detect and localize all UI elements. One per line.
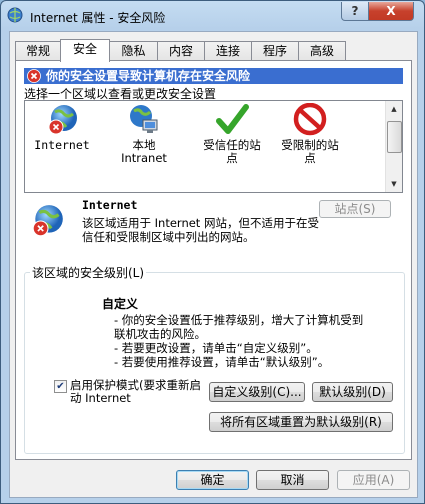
reset-all-zones-button[interactable]: 将所有区域重置为默认级别(R) [209,412,393,432]
custom-level-button[interactable]: 自定义级别(C)... [209,382,305,402]
protected-mode-label: 启用保护模式(要求重新启动 Internet [70,378,201,405]
error-x-icon [27,69,41,83]
selected-zone-description: 该区域适用于 Internet 网站，但不适用于在受信任和受限制区域中列出的网站… [82,216,319,244]
zone-label-local-intranet: 本地 Intranet [121,138,167,165]
scroll-up-arrow-icon[interactable]: ▲ [386,101,402,117]
globe-error-icon [48,105,77,135]
default-level-button[interactable]: 默认级别(D) [312,382,393,402]
protected-mode-checkbox[interactable]: ✔ [54,380,67,393]
help-button[interactable]: ? [341,2,369,21]
scroll-down-arrow-icon[interactable]: ▼ [386,176,402,192]
security-level-group-label: 该区域的安全级别(L) [30,264,147,281]
zone-item-local-intranet[interactable]: 本地 Intranet [108,101,180,189]
title-bar[interactable]: Internet 属性 - 安全风险 ? X [1,1,424,31]
tab-general[interactable]: 常规 [15,41,61,61]
tab-content[interactable]: 内容 [157,41,205,61]
security-level-name: 自定义 [102,297,139,311]
zone-list[interactable]: Internet 本地 Intranet 受信任的站 点 受限制的站 点 ▲ ▼ [24,100,403,193]
sites-button[interactable]: 站点(S) [319,200,391,218]
security-tab-panel: 你的安全设置导致计算机存在安全风险 选择一个区域以查看或更改安全设置 Inter… [15,60,412,460]
scroll-thumb[interactable] [387,121,402,153]
internet-options-icon [7,7,23,23]
zone-item-internet[interactable]: Internet [27,101,97,189]
security-level-description: - 你的安全设置低于推荐级别，增大了计算机受到联机攻击的风险。 - 若要更改设置… [114,313,364,369]
tab-privacy[interactable]: 隐私 [109,41,158,61]
zone-label-internet: Internet [34,138,90,152]
security-warning-bar[interactable]: 你的安全设置导致计算机存在安全风险 [24,68,403,84]
cancel-button[interactable]: 取消 [256,470,329,490]
intranet-icon [130,105,158,133]
dialog-client: 常规 安全 隐私 内容 连接 程序 高级 你的安全设置导致计算机存在安全风险 选… [9,31,418,498]
tab-security[interactable]: 安全 [60,39,110,62]
tab-connections[interactable]: 连接 [204,41,252,61]
zone-label-trusted-sites: 受信任的站 点 [203,138,261,165]
zone-item-trusted-sites[interactable]: 受信任的站 点 [195,101,269,189]
ok-button[interactable]: 确定 [176,470,249,490]
selected-zone-globe-icon [32,205,63,237]
apply-button[interactable]: 应用(A) [337,470,410,490]
zone-list-scrollbar[interactable]: ▲ ▼ [385,101,402,192]
warning-text: 你的安全设置导致计算机存在安全风险 [46,69,251,83]
zone-label-restricted-sites: 受限制的站 点 [281,138,339,165]
window-title: Internet 属性 - 安全风险 [30,11,166,25]
internet-properties-window: Internet 属性 - 安全风险 ? X 常规 安全 隐私 内容 连接 程序… [0,0,425,504]
restricted-icon [293,103,327,136]
tab-advanced[interactable]: 高级 [298,41,346,61]
selected-zone-title: Internet [82,198,138,212]
green-check-icon [216,104,249,134]
close-button[interactable]: X [368,2,414,21]
tab-programs[interactable]: 程序 [251,41,299,61]
zone-item-restricted-sites[interactable]: 受限制的站 点 [273,101,347,189]
